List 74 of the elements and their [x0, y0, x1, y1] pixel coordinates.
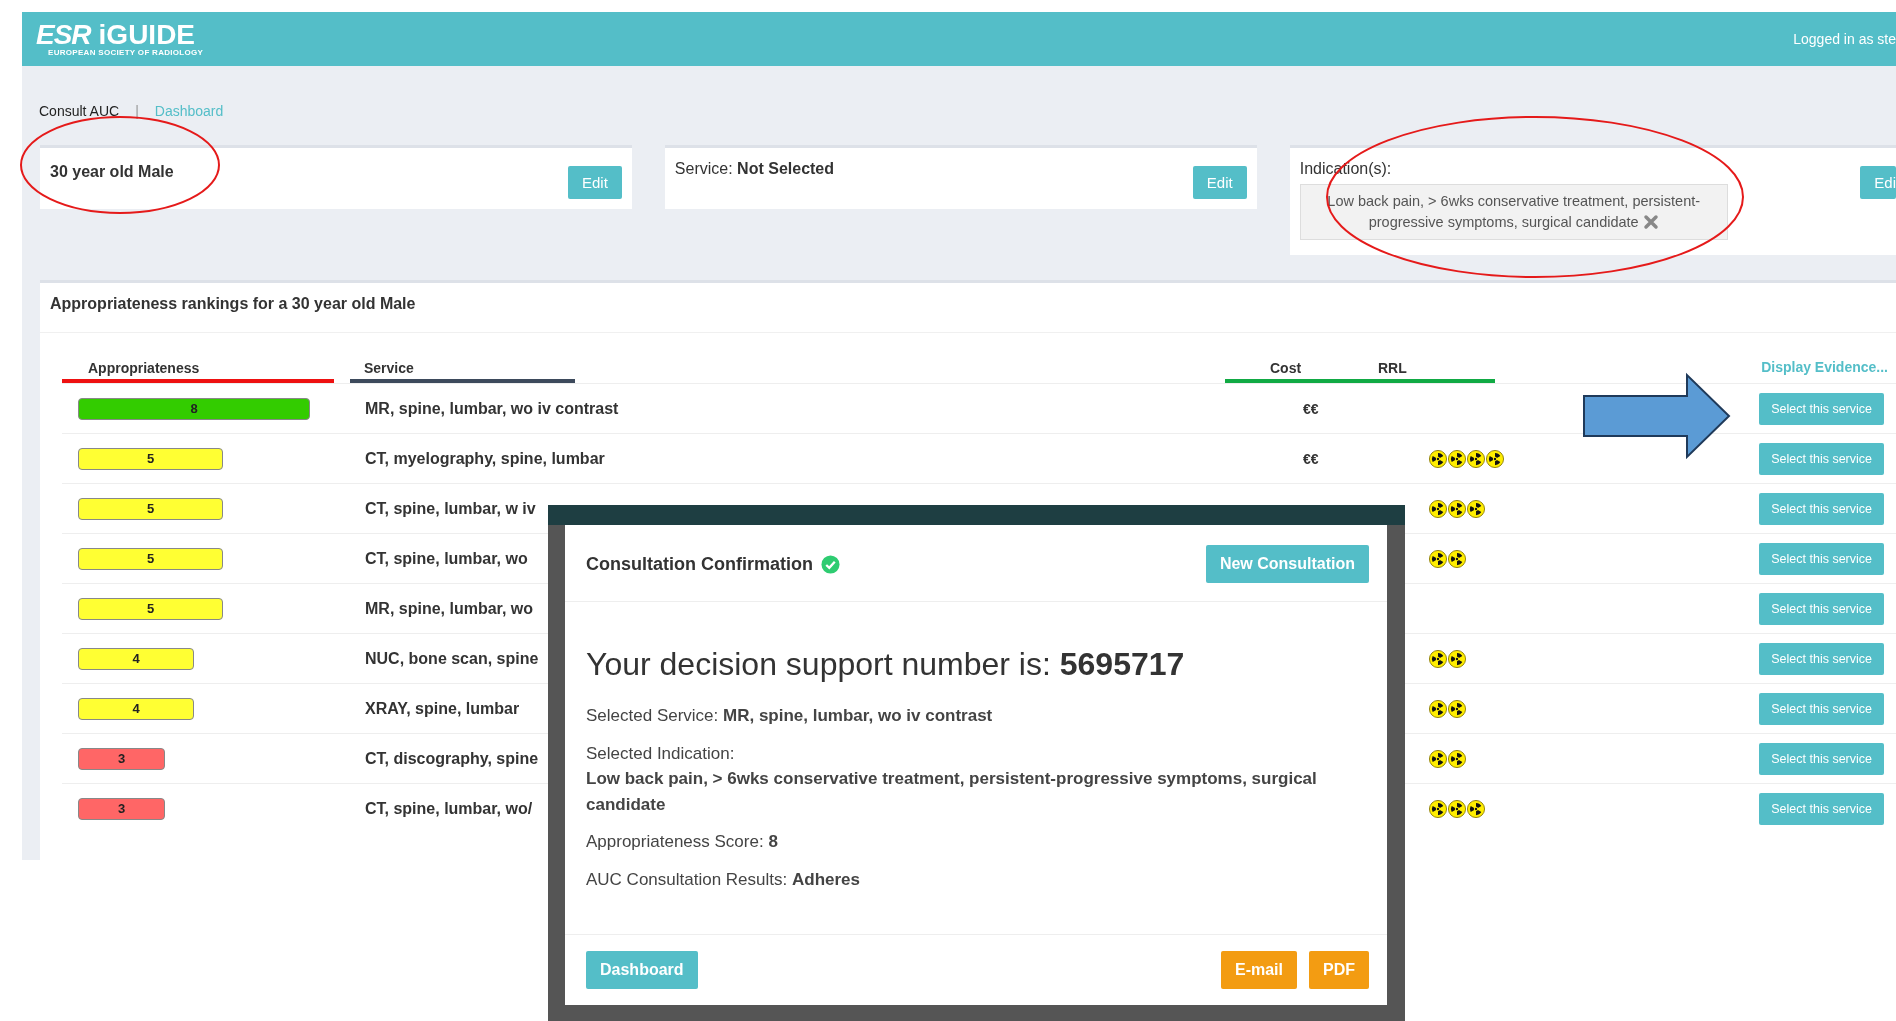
- appropriateness-bar: 3: [78, 747, 165, 770]
- result-field: Appropriateness Score: 8: [586, 829, 1366, 855]
- appropriateness-bar: 5: [78, 497, 223, 520]
- radiation-icon: [1448, 549, 1466, 568]
- select-service-button[interactable]: Select this service: [1759, 742, 1884, 775]
- radiation-icon: [1448, 749, 1466, 768]
- select-service-button[interactable]: Select this service: [1759, 392, 1884, 425]
- appropriateness-bar: 8: [78, 397, 310, 420]
- export-button[interactable]: E-mail: [1221, 951, 1297, 989]
- radiation-icon: [1429, 549, 1447, 568]
- service-label: Service: Not Selected: [674, 160, 835, 178]
- select-service-button[interactable]: Select this service: [1759, 492, 1884, 525]
- dialog-title: Consultation Confirmation: [586, 553, 813, 575]
- service-name: XRAY, spine, lumbar: [365, 699, 520, 717]
- cost-rrl-header: Cost RRL: [1225, 360, 1495, 383]
- radiation-icon: [1448, 499, 1466, 518]
- service-name: CT, spine, lumbar, w iv: [365, 499, 536, 517]
- service-name: CT, spine, lumbar, wo: [365, 549, 528, 567]
- result-field: AUC Consultation Results: Adheres: [586, 866, 1366, 892]
- service-name: MR, spine, lumbar, wo: [365, 599, 534, 617]
- panel-title: Appropriateness rankings for a 30 year old Male: [40, 283, 1896, 333]
- breadcrumb-current: Consult AUC: [39, 103, 120, 119]
- new-consultation-button[interactable]: New Consultation: [1205, 545, 1369, 583]
- radiation-icon: [1467, 449, 1485, 468]
- dashboard-link[interactable]: Dashboard: [154, 103, 224, 119]
- select-service-button[interactable]: Select this service: [1759, 442, 1884, 475]
- result-field: Selected Service: MR, spine, lumbar, wo iv contrast: [586, 703, 1366, 729]
- export-button[interactable]: PDF: [1309, 951, 1369, 989]
- select-service-button[interactable]: Select this service: [1759, 542, 1884, 575]
- appropriateness-bar: 5: [78, 447, 223, 470]
- radiation-icon: [1429, 499, 1447, 518]
- radiation-icon: [1486, 449, 1504, 468]
- service-name: NUC, bone scan, spine: [365, 649, 539, 667]
- dashboard-button[interactable]: Dashboard: [586, 951, 698, 989]
- service-name: CT, spine, lumbar, wo/: [365, 799, 533, 817]
- column-header: Appropriateness: [62, 360, 334, 383]
- check-icon: [821, 554, 840, 574]
- edit-button[interactable]: Edi: [1860, 166, 1896, 199]
- cost-value: €€: [1303, 400, 1319, 417]
- remove-icon[interactable]: [1642, 214, 1659, 230]
- appropriateness-bar: 4: [78, 647, 194, 670]
- select-service-button[interactable]: Select this service: [1759, 692, 1884, 725]
- radiation-icon: [1429, 799, 1447, 818]
- radiation-icon: [1448, 649, 1466, 668]
- select-service-button[interactable]: Select this service: [1759, 642, 1884, 675]
- appropriateness-bar: 3: [78, 797, 165, 820]
- select-service-button[interactable]: Select this service: [1759, 592, 1884, 625]
- service-name: CT, discography, spine: [365, 749, 539, 767]
- logo: ESR iGUIDE EUROPEAN SOCIETY OF RADIOLOGY: [36, 21, 204, 57]
- edit-button[interactable]: Edit: [568, 166, 622, 199]
- edit-button[interactable]: Edit: [1192, 166, 1247, 199]
- radiation-icon: [1467, 499, 1485, 518]
- appropriateness-bar: 4: [78, 697, 194, 720]
- radiation-icon: [1429, 749, 1447, 768]
- radiation-icon: [1448, 449, 1466, 468]
- patient-label: 30 year old Male: [50, 163, 174, 181]
- column-header: Service: [350, 360, 575, 383]
- radiation-icon: [1429, 449, 1447, 468]
- result-field: Selected Indication: Low back pain, > 6wks conservative treatment, persistent-progressive symptoms, surgical candidate: [586, 740, 1366, 817]
- radiation-icon: [1467, 799, 1485, 818]
- radiation-icon: [1429, 649, 1447, 668]
- radiation-icon: [1448, 799, 1466, 818]
- radiation-icon: [1429, 699, 1447, 718]
- appropriateness-bar: 5: [78, 597, 223, 620]
- select-service-button[interactable]: Select this service: [1759, 792, 1884, 825]
- service-name: CT, myelography, spine, lumbar: [365, 449, 605, 467]
- radiation-icon: [1448, 699, 1466, 718]
- decision-number: Your decision support number is: 5695717: [586, 646, 1186, 683]
- cost-value: €€: [1303, 450, 1319, 467]
- service-name: MR, spine, lumbar, wo iv contrast: [365, 399, 619, 417]
- indication-tag: Low back pain, > 6wks conservative treatment, persistent-progressive symptoms, surgical candidate: [1299, 184, 1728, 241]
- appropriateness-bar: 5: [78, 547, 223, 570]
- user-status: Logged in as ste: [1793, 31, 1896, 47]
- display-evidence-link[interactable]: Display Evidence...: [1761, 359, 1888, 383]
